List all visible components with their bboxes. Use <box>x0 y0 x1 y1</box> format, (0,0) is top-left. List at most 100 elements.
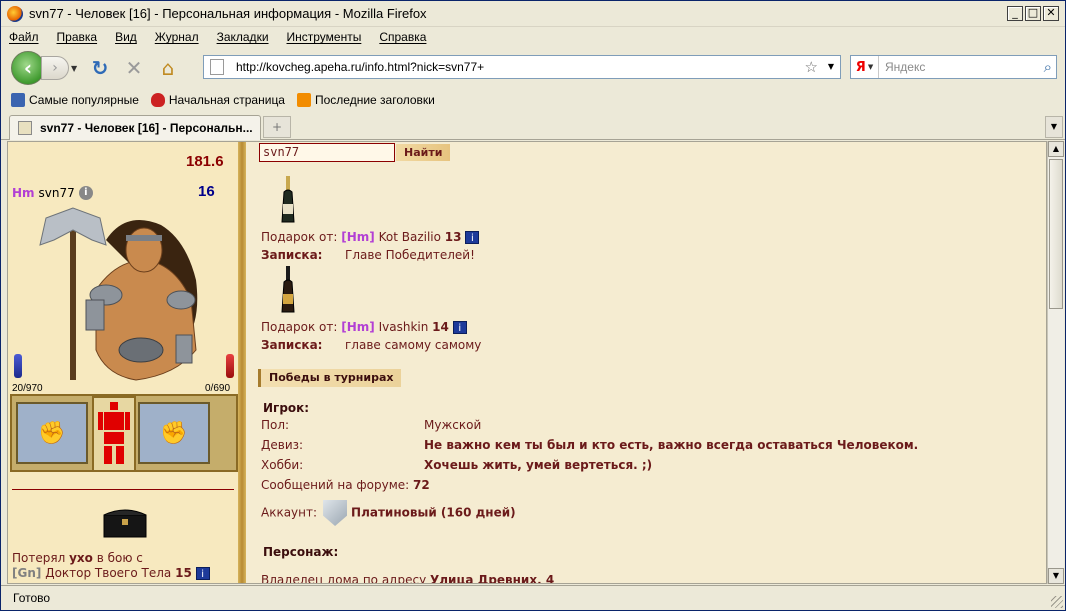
stop-icon[interactable]: ✕ <box>119 53 149 83</box>
bracer-shape <box>175 334 193 364</box>
gift-sender-clan[interactable]: [Hm] <box>341 320 375 334</box>
mp-value: 0/690 <box>205 383 231 394</box>
field-label: Хобби: <box>261 458 304 472</box>
forward-arrow-icon: › <box>52 60 58 76</box>
character-nick: svn77 <box>38 186 75 200</box>
bottle-neck-shape <box>286 176 290 190</box>
opponent-level: 15 <box>175 566 192 580</box>
minimize-button[interactable]: _ <box>1007 6 1023 21</box>
vertical-scrollbar[interactable]: ▲ ▼ <box>1047 141 1064 584</box>
search-box[interactable]: Я ▼ Яндекс ⌕ <box>850 55 1057 79</box>
scroll-up-button[interactable]: ▲ <box>1048 141 1064 157</box>
nick-search-input[interactable]: svn77 <box>259 143 395 162</box>
mana-vial-icon <box>14 354 22 378</box>
character-avatar <box>39 207 198 381</box>
gift-from-row: Подарок от: [Hm] Ivashkin 14 i <box>261 320 467 334</box>
scroll-down-button[interactable]: ▼ <box>1048 568 1064 584</box>
forward-button[interactable]: › <box>41 56 69 80</box>
gift-note-text: главе самому самому <box>345 338 482 352</box>
maximize-button[interactable]: □ <box>1025 6 1041 21</box>
menu-bookmarks[interactable]: Закладки <box>217 30 269 44</box>
tab-list-button[interactable]: ▼ <box>1045 116 1063 138</box>
menu-tools[interactable]: Инструменты <box>287 30 362 44</box>
page-favicon-icon <box>18 121 32 135</box>
back-button[interactable]: ‹ <box>11 51 45 85</box>
left-hand-slot[interactable]: ✊ <box>16 402 88 464</box>
belly-part-shape <box>104 432 124 444</box>
account-row: Аккаунт: Платиновый (160 дней) <box>261 500 516 526</box>
forum-posts-row: Сообщений на форуме: 72 <box>261 478 430 492</box>
info-icon[interactable]: i <box>465 231 480 244</box>
player-field-value: Мужской <box>424 418 482 432</box>
gift-note-label: Записка: <box>261 248 323 262</box>
page-icon <box>210 59 224 75</box>
info-icon[interactable]: i <box>195 567 210 580</box>
window-title: svn77 - Человек [16] - Персональная инфо… <box>29 6 427 21</box>
arm-part-shape <box>98 412 103 430</box>
history-dropdown-icon[interactable]: ▼ <box>71 64 81 73</box>
title-bar: svn77 - Человек [16] - Персональная инфо… <box>1 1 1065 27</box>
bookmark-star-icon[interactable]: ☆ <box>805 58 818 76</box>
url-text[interactable]: http://kovcheg.apeha.ru/info.html?nick=s… <box>236 60 484 74</box>
right-hand-slot[interactable]: ✊ <box>138 402 210 464</box>
url-dropdown-icon[interactable]: ▼ <box>828 62 834 71</box>
paperdoll[interactable] <box>92 396 136 472</box>
bottle-label-shape <box>283 204 293 214</box>
champagne-bottle-icon <box>281 266 295 313</box>
tab-active[interactable]: svn77 - Человек [16] - Персональн... <box>9 115 261 140</box>
body-parts-diagram <box>98 402 130 464</box>
health-vial-icon <box>226 354 234 378</box>
url-bar[interactable]: http://kovcheg.apeha.ru/info.html?nick=s… <box>203 55 841 79</box>
player-field-row: Хобби: <box>261 458 303 472</box>
arrow-up-icon: ▲ <box>1052 144 1060 153</box>
reload-icon[interactable]: ↻ <box>85 53 115 83</box>
find-button[interactable]: Найти <box>396 144 451 161</box>
player-field-row: Пол: <box>261 418 289 432</box>
scroll-thumb[interactable] <box>1049 159 1063 309</box>
shoulder-armor-shape <box>166 290 196 310</box>
resize-grip-icon[interactable] <box>1051 596 1063 608</box>
info-icon[interactable]: i <box>78 186 93 200</box>
opponent-clan[interactable]: [Gn] <box>12 566 41 580</box>
fist-icon: ✊ <box>38 420 66 446</box>
tab-title: svn77 - Человек [16] - Персональн... <box>40 121 253 135</box>
gift-sender-clan[interactable]: [Hm] <box>341 230 375 244</box>
account-value: Платиновый (160 дней) <box>351 505 516 520</box>
bookmark-label: Последние заголовки <box>314 93 435 107</box>
info-icon[interactable]: i <box>452 321 467 334</box>
panel-border <box>238 142 246 583</box>
bookmark-most-visited[interactable]: Самые популярные <box>11 93 139 107</box>
platinum-shield-icon <box>323 500 348 526</box>
close-button[interactable]: ✕ <box>1043 6 1059 21</box>
back-arrow-icon: ‹ <box>23 56 33 80</box>
firefox-icon <box>7 5 23 22</box>
tab-strip: svn77 - Человек [16] - Персональн... + ▼ <box>1 112 1065 140</box>
head-shape <box>125 227 163 273</box>
bookmark-start-page[interactable]: Начальная страница <box>150 93 285 107</box>
lost-suffix: в бою с <box>96 551 143 565</box>
menu-file[interactable]: Файл <box>9 30 39 44</box>
search-engine-button[interactable]: Я ▼ <box>851 56 879 78</box>
rss-icon <box>296 93 311 107</box>
menu-view[interactable]: Вид <box>115 30 137 44</box>
search-placeholder[interactable]: Яндекс <box>885 60 925 74</box>
bookmark-label: Начальная страница <box>168 93 285 107</box>
search-icon[interactable]: ⌕ <box>1044 58 1052 76</box>
bookmark-latest-headlines[interactable]: Последние заголовки <box>296 93 435 107</box>
belt-shape <box>118 337 164 363</box>
menu-help[interactable]: Справка <box>379 30 426 44</box>
home-icon[interactable]: ⌂ <box>153 53 183 83</box>
new-tab-button[interactable]: + <box>263 116 291 138</box>
gift-sender-nick: Ivashkin <box>378 320 429 334</box>
clan-tag[interactable]: Hm <box>12 186 35 200</box>
menu-edit[interactable]: Правка <box>57 30 98 44</box>
house-address[interactable]: Улица Древних, 4 <box>430 573 554 583</box>
player-header: Игрок: <box>263 401 310 415</box>
gift-note-row: Записка: главе самому самому <box>261 338 481 352</box>
bookmarks-folder-icon <box>11 93 25 107</box>
leg-part-shape <box>116 446 124 464</box>
player-field-row: Девиз: <box>261 438 303 452</box>
player-hobby: Хочешь жить, умей вертеться. ;) <box>424 458 653 472</box>
menu-history[interactable]: Журнал <box>155 30 199 44</box>
house-row: Владелец дома по адресу Улица Древних, 4 <box>261 573 554 583</box>
